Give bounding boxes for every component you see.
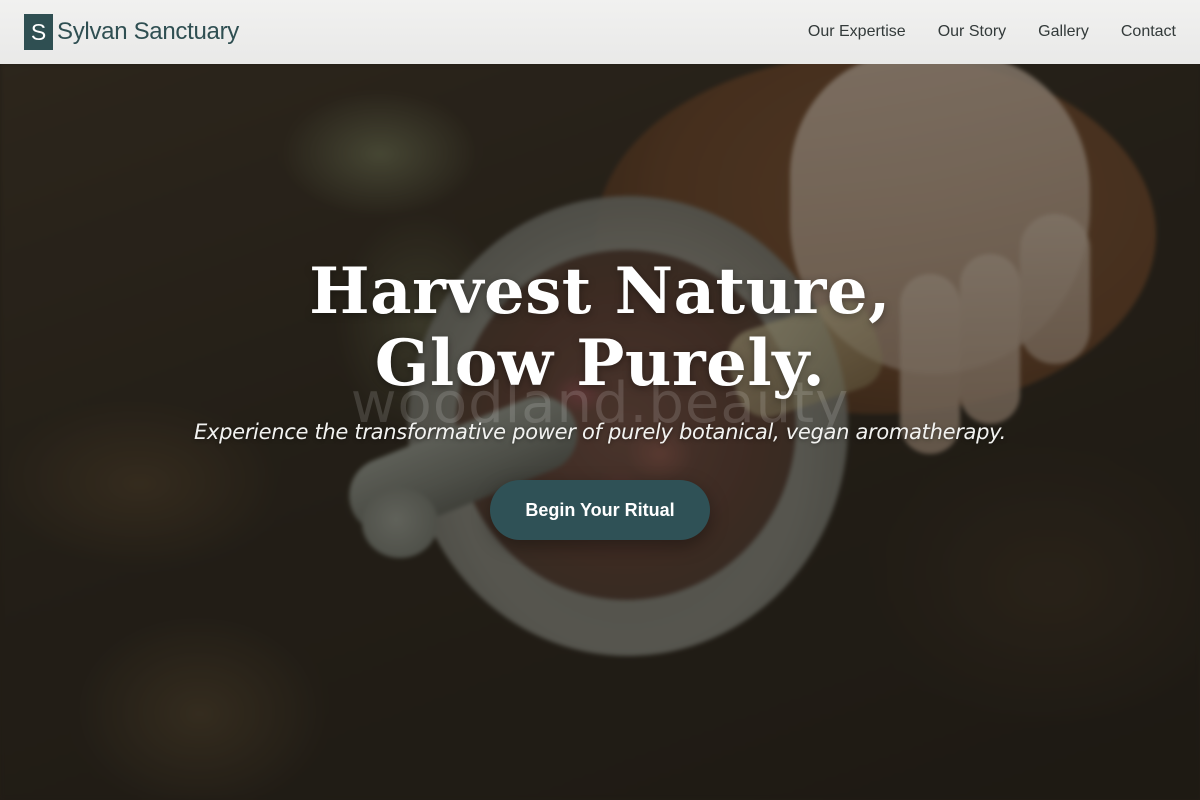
hero-subtitle: Experience the transformative power of p…	[193, 420, 1007, 444]
brand-logo-link[interactable]: S Sylvan Sanctuary	[24, 14, 239, 50]
begin-ritual-button[interactable]: Begin Your Ritual	[490, 480, 710, 540]
nav-link-gallery[interactable]: Gallery	[1038, 23, 1089, 41]
nav-link-our-story[interactable]: Our Story	[938, 23, 1006, 41]
main-nav: Our Expertise Our Story Gallery Contact	[808, 23, 1176, 41]
hero-section: woodland.beauty Harvest Nature, Glow Pur…	[0, 64, 1200, 800]
site-header: S Sylvan Sanctuary Our Expertise Our Sto…	[0, 0, 1200, 64]
hero-title: Harvest Nature, Glow Purely.	[309, 254, 891, 401]
brand-name: Sylvan Sanctuary	[57, 18, 239, 45]
nav-link-contact[interactable]: Contact	[1121, 23, 1176, 41]
brand-mark-icon: S	[24, 14, 53, 50]
hero-content: Harvest Nature, Glow Purely. Experience …	[0, 64, 1200, 800]
nav-link-our-expertise[interactable]: Our Expertise	[808, 23, 906, 41]
